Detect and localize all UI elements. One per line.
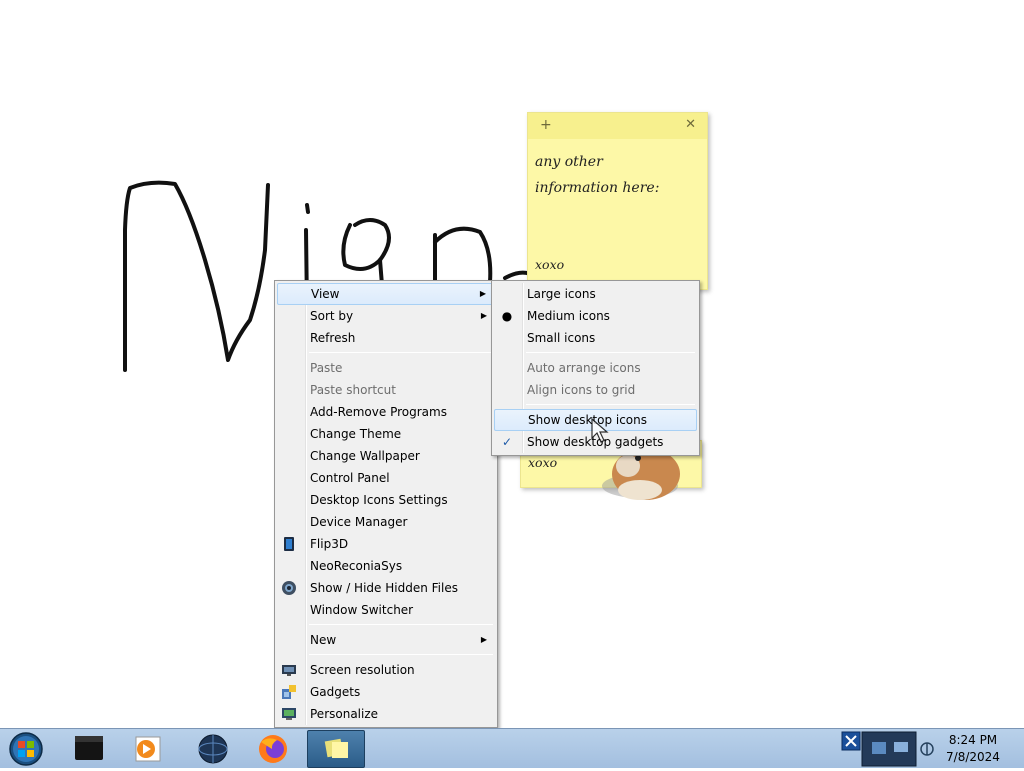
- menu-item-label: Add-Remove Programs: [310, 405, 447, 419]
- taskbar-app-button[interactable]: [60, 730, 118, 768]
- menu-item-paste-shortcut[interactable]: Paste shortcut: [277, 379, 495, 401]
- menu-separator: [309, 624, 493, 625]
- menu-item-refresh[interactable]: Refresh: [277, 327, 495, 349]
- note-line: information here:: [535, 180, 660, 196]
- taskbar: 8:24 PM 7/8/2024: [0, 728, 1024, 768]
- taskbar-app-button-active[interactable]: [307, 730, 365, 768]
- submenu-arrow-icon: ▶: [480, 635, 487, 644]
- menu-item-control-panel[interactable]: Control Panel: [277, 467, 495, 489]
- checkmark-icon: ✓: [501, 435, 513, 449]
- menu-item-label: Large icons: [527, 287, 596, 301]
- menu-item-paste[interactable]: Paste: [277, 357, 495, 379]
- note-line: any other: [535, 154, 603, 170]
- display-icon: [282, 665, 296, 676]
- menu-item-label: View: [311, 287, 340, 301]
- menu-item-medium-icons[interactable]: ● Medium icons: [494, 305, 697, 327]
- menu-item-show-hide-hidden-files[interactable]: Show / Hide Hidden Files: [277, 577, 495, 599]
- menu-item-label: Auto arrange icons: [527, 361, 641, 375]
- sticky-note[interactable]: + ✕ any other information here: xoxo: [527, 112, 708, 290]
- menu-item-new[interactable]: New ▶: [277, 629, 495, 651]
- menu-item-label: Small icons: [527, 331, 596, 345]
- sticky-note-text[interactable]: any other information here:: [535, 149, 705, 201]
- menu-item-large-icons[interactable]: Large icons: [494, 283, 697, 305]
- menu-item-label: Desktop Icons Settings: [310, 493, 448, 507]
- menu-item-label: Show / Hide Hidden Files: [310, 581, 458, 595]
- desktop[interactable]: + ✕ any other information here: xoxo xox…: [0, 0, 1024, 728]
- menu-item-label: Gadgets: [310, 685, 361, 699]
- note-signature: xoxo: [528, 455, 558, 470]
- menu-item-desktop-icons-settings[interactable]: Desktop Icons Settings: [277, 489, 495, 511]
- add-note-icon[interactable]: +: [540, 117, 552, 133]
- menu-item-label: Paste: [310, 361, 343, 375]
- menu-item-label: Show desktop icons: [528, 413, 648, 427]
- taskbar-app-button[interactable]: [120, 730, 178, 768]
- menu-item-label: Refresh: [310, 331, 356, 345]
- mouse-cursor-icon: [591, 418, 609, 443]
- gadgets-icon: [282, 685, 296, 699]
- menu-item-auto-arrange-icons[interactable]: Auto arrange icons: [494, 357, 697, 379]
- firefox-icon: [259, 735, 287, 763]
- menu-item-flip3d[interactable]: Flip3D: [277, 533, 495, 555]
- menu-separator: [526, 404, 695, 405]
- menu-item-sort-by[interactable]: Sort by ▶: [277, 305, 495, 327]
- menu-separator: [309, 654, 493, 655]
- menu-item-change-wallpaper[interactable]: Change Wallpaper: [277, 445, 495, 467]
- menu-item-small-icons[interactable]: Small icons: [494, 327, 697, 349]
- menu-separator: [309, 352, 493, 353]
- menu-item-neoreconiasys[interactable]: NeoReconiaSys: [277, 555, 495, 577]
- menu-item-label: Paste shortcut: [310, 383, 396, 397]
- menu-item-add-remove-programs[interactable]: Add-Remove Programs: [277, 401, 495, 423]
- media-player-icon: [135, 736, 161, 762]
- submenu-arrow-icon: ▶: [479, 289, 486, 298]
- menu-item-label: NeoReconiaSys: [310, 559, 403, 573]
- sticky-note-titlebar[interactable]: + ✕: [528, 113, 707, 139]
- sticky-notes-icon: [324, 738, 348, 758]
- clock-date: 7/8/2024: [946, 750, 1000, 764]
- close-icon[interactable]: ✕: [685, 117, 696, 132]
- personalize-icon: [282, 708, 296, 720]
- menu-item-label: Screen resolution: [310, 663, 415, 677]
- globe-icon: [282, 581, 296, 595]
- menu-item-label: Align icons to grid: [527, 383, 636, 397]
- submenu-arrow-icon: ▶: [480, 311, 487, 320]
- menu-item-window-switcher[interactable]: Window Switcher: [277, 599, 495, 621]
- menu-item-label: Window Switcher: [310, 603, 414, 617]
- menu-item-align-icons-to-grid[interactable]: Align icons to grid: [494, 379, 697, 401]
- menu-item-personalize[interactable]: Personalize: [277, 703, 495, 725]
- menu-item-gadgets[interactable]: Gadgets: [277, 681, 495, 703]
- globe-app-icon: [198, 734, 228, 764]
- menu-item-label: Medium icons: [527, 309, 610, 323]
- menu-separator: [526, 352, 695, 353]
- radio-bullet-icon: ●: [501, 309, 513, 323]
- network-monitor-icon[interactable]: [860, 730, 918, 768]
- menu-item-change-theme[interactable]: Change Theme: [277, 423, 495, 445]
- menu-item-label: Device Manager: [310, 515, 408, 529]
- menu-item-label: Control Panel: [310, 471, 390, 485]
- menu-item-device-manager[interactable]: Device Manager: [277, 511, 495, 533]
- note-signature: xoxo: [535, 257, 565, 272]
- black-app-icon: [75, 736, 103, 760]
- menu-item-label: Personalize: [310, 707, 379, 721]
- menu-item-view[interactable]: View ▶: [277, 283, 495, 305]
- taskbar-app-button[interactable]: [184, 730, 242, 768]
- menu-item-label: Change Theme: [310, 427, 402, 441]
- desktop-context-menu: View ▶ Sort by ▶ Refresh Paste Paste sho…: [274, 280, 498, 728]
- taskbar-clock[interactable]: 8:24 PM 7/8/2024: [930, 732, 1016, 766]
- close-icon[interactable]: [841, 731, 861, 751]
- clock-time: 8:24 PM: [948, 733, 998, 747]
- menu-item-label: Sort by: [310, 309, 354, 323]
- flip3d-icon: [284, 537, 294, 551]
- taskbar-app-button[interactable]: [244, 730, 302, 768]
- menu-item-label: Flip3D: [310, 537, 349, 551]
- windows-start-icon[interactable]: [6, 731, 46, 767]
- menu-item-label: Change Wallpaper: [310, 449, 420, 463]
- menu-item-label: New: [310, 633, 337, 647]
- menu-item-screen-resolution[interactable]: Screen resolution: [277, 659, 495, 681]
